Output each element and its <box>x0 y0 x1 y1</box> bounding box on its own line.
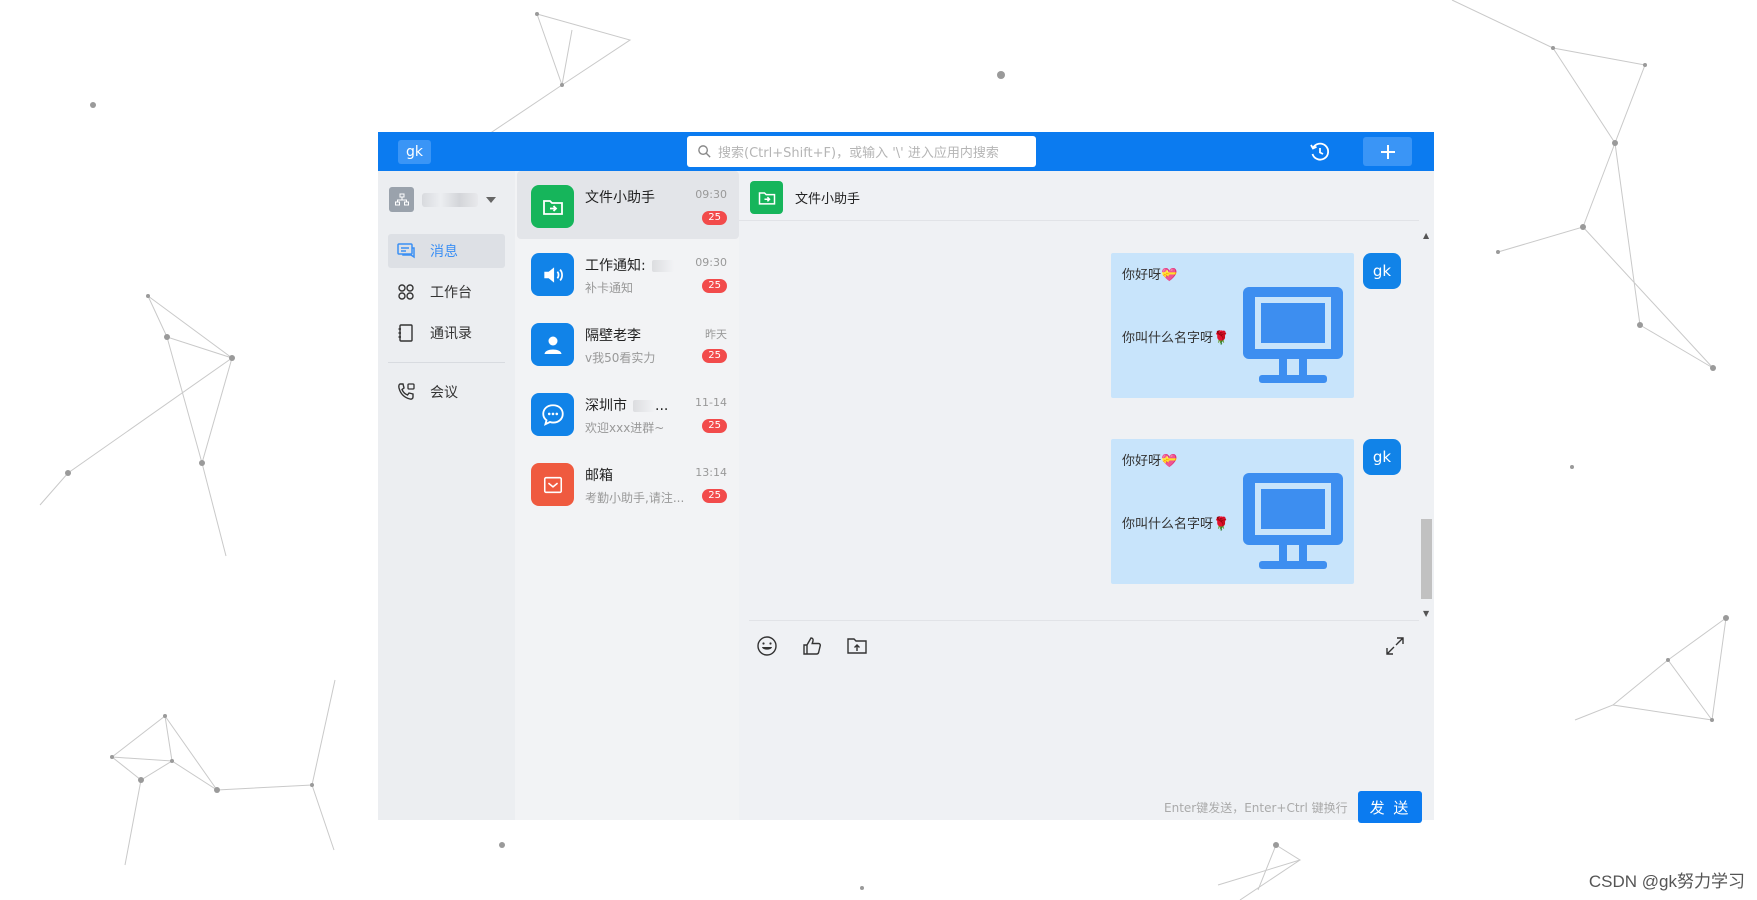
add-button[interactable] <box>1363 137 1412 166</box>
group-chat-icon <box>531 393 574 436</box>
message-icon <box>397 243 415 259</box>
scroll-down-arrow[interactable]: ▼ <box>1423 609 1429 618</box>
send-button[interactable]: 发 送 <box>1358 791 1422 823</box>
organization-name-blurred <box>422 192 478 207</box>
watermark: CSDN @gk努力学习 <box>1588 872 1745 891</box>
caret-down-icon <box>486 196 496 203</box>
message: 你好呀💝 你叫什么名字呀🌹 gk <box>1111 439 1401 584</box>
conversation-preview: 考勤小助手,请注... <box>585 491 685 505</box>
mail-icon <box>531 463 574 506</box>
message-bubble[interactable]: 你好呀💝 你叫什么名字呀🌹 <box>1111 439 1354 584</box>
sender-avatar[interactable]: gk <box>1363 439 1401 475</box>
file-transfer-icon <box>531 185 574 228</box>
expand-icon <box>1386 637 1404 655</box>
message-bubble[interactable]: 你好呀💝 你叫什么名字呀🌹 <box>1111 253 1354 398</box>
nav-item-workbench[interactable]: 工作台 <box>388 275 505 309</box>
conversation-item[interactable]: 工作通知: 补卡通知 09:30 25 <box>517 239 739 307</box>
conversation-title: 邮箱 <box>585 468 613 484</box>
conversation-time: 昨天 <box>705 328 727 341</box>
conversation-item[interactable]: 邮箱 考勤小助手,请注... 13:14 25 <box>517 449 739 517</box>
unread-badge: 25 <box>702 211 727 225</box>
send-file-button[interactable] <box>844 633 870 659</box>
organization-switcher[interactable] <box>389 187 496 212</box>
message-list: 你好呀💝 你叫什么名字呀🌹 gk 你好呀💝 你叫什么名字呀🌹 gk <box>739 231 1419 611</box>
app-window: gk 搜索(Ctrl+Shift+F)，或输入 '\' 进入应用内搜索 消息 工… <box>378 132 1434 823</box>
folder-upload-icon <box>847 638 867 654</box>
chat-pane: 文件小助手 你好呀💝 你叫什么名字呀🌹 gk 你好呀💝 你叫什么名字呀🌹 gk <box>739 171 1434 823</box>
speaker-icon <box>531 253 574 296</box>
conversation-title: 工作通知: <box>585 255 674 275</box>
conversation-title: 文件小助手 <box>585 190 655 206</box>
search-box[interactable]: 搜索(Ctrl+Shift+F)，或输入 '\' 进入应用内搜索 <box>687 136 1036 167</box>
scroll-up-arrow[interactable]: ▲ <box>1423 231 1429 240</box>
conversation-title: 深圳市... <box>585 398 669 414</box>
monitor-icon <box>1243 473 1343 569</box>
scroll-thumb[interactable] <box>1421 519 1432 599</box>
left-navigation: 消息 工作台 通讯录 会议 <box>378 171 515 820</box>
person-icon <box>531 323 574 366</box>
search-icon <box>698 145 711 158</box>
message-text: 你叫什么名字呀🌹 <box>1122 331 1230 346</box>
conversation-time: 13:14 <box>695 466 727 479</box>
contacts-icon <box>398 324 413 342</box>
history-icon <box>1310 142 1330 161</box>
sender-avatar[interactable]: gk <box>1363 253 1401 289</box>
thumbs-up-icon <box>803 637 821 655</box>
top-bar: gk 搜索(Ctrl+Shift+F)，或输入 '\' 进入应用内搜索 <box>378 132 1434 171</box>
unread-badge: 25 <box>702 279 727 293</box>
unread-badge: 25 <box>702 419 727 433</box>
nav-item-contacts[interactable]: 通讯录 <box>388 316 505 350</box>
file-transfer-icon <box>750 181 783 214</box>
composer-divider <box>749 620 1419 621</box>
conversation-time: 09:30 <box>695 188 727 201</box>
send-shortcut-hint: Enter键发送，Enter+Ctrl 键换行 <box>1164 801 1348 815</box>
organization-icon <box>389 187 414 212</box>
workbench-icon <box>398 284 414 300</box>
message-text: 你好呀💝 <box>1122 454 1178 469</box>
nav-label-messages: 消息 <box>430 244 458 260</box>
conversation-preview: 欢迎xxx进群~ <box>585 421 665 435</box>
unread-badge: 25 <box>702 489 727 503</box>
nav-item-meeting[interactable]: 会议 <box>388 375 505 409</box>
plus-icon <box>1380 144 1395 159</box>
nav-item-messages[interactable]: 消息 <box>388 234 505 268</box>
like-button[interactable] <box>799 633 825 659</box>
nav-divider <box>388 362 505 363</box>
chat-title: 文件小助手 <box>795 192 861 207</box>
nav-label-meeting: 会议 <box>430 385 458 401</box>
blurred-text <box>633 400 655 412</box>
monitor-icon <box>1243 287 1343 383</box>
conversation-title: 隔壁老李 <box>585 328 641 344</box>
conversation-preview: 补卡通知 <box>585 281 634 295</box>
conversation-item[interactable]: 隔壁老李 v我50看实力 昨天 25 <box>517 309 739 377</box>
expand-editor-button[interactable] <box>1382 633 1408 659</box>
message-scrollbar[interactable]: ▲ ▼ <box>1419 231 1434 621</box>
emoji-icon <box>757 636 777 656</box>
message-text: 你叫什么名字呀🌹 <box>1122 517 1230 532</box>
conversation-item[interactable]: 文件小助手 09:30 25 <box>517 171 739 239</box>
conversation-time: 11-14 <box>695 396 727 409</box>
unread-badge: 25 <box>702 349 727 363</box>
nav-label-contacts: 通讯录 <box>430 326 472 342</box>
nav-label-workbench: 工作台 <box>430 285 472 301</box>
user-logo[interactable]: gk <box>398 140 431 164</box>
message: 你好呀💝 你叫什么名字呀🌹 gk <box>1111 253 1401 398</box>
message-text: 你好呀💝 <box>1122 268 1178 283</box>
conversation-list: 文件小助手 09:30 25 工作通知: 补卡通知 09:30 25 隔壁老李 … <box>515 171 739 820</box>
blurred-text <box>651 260 674 272</box>
search-placeholder: 搜索(Ctrl+Shift+F)，或输入 '\' 进入应用内搜索 <box>718 146 999 161</box>
history-button[interactable] <box>1308 140 1332 164</box>
chat-header: 文件小助手 <box>739 171 1419 221</box>
emoji-button[interactable] <box>754 633 780 659</box>
meeting-icon <box>398 383 415 400</box>
conversation-preview: v我50看实力 <box>585 351 656 365</box>
conversation-time: 09:30 <box>695 256 727 269</box>
conversation-item[interactable]: 深圳市... 欢迎xxx进群~ 11-14 25 <box>517 379 739 447</box>
